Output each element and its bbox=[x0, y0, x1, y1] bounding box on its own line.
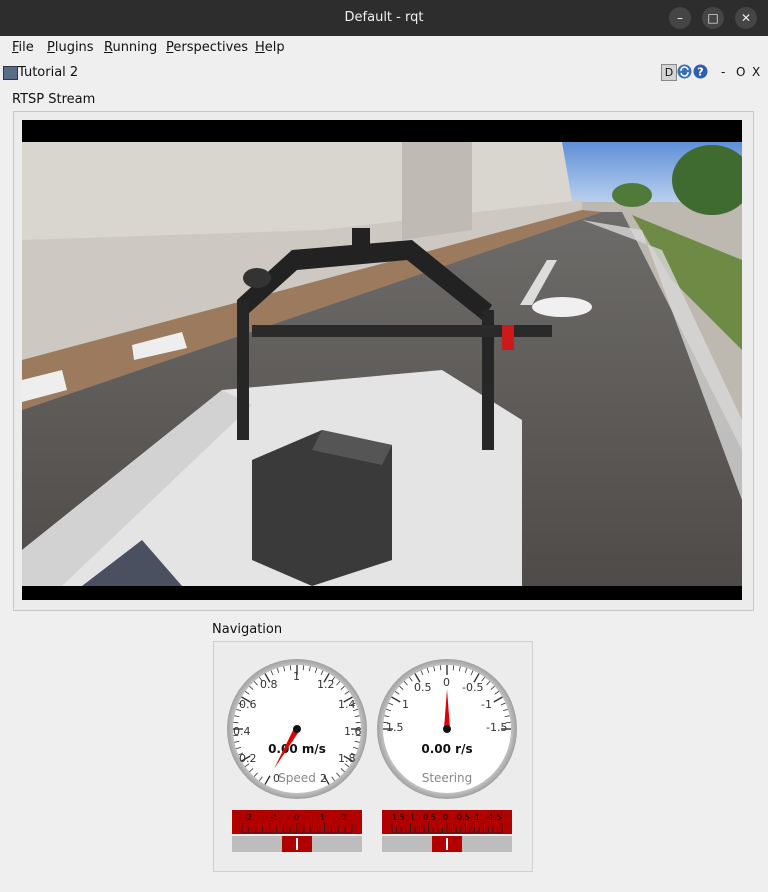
steering-tick-label-neg1: -1 bbox=[481, 698, 492, 711]
speed-tick-label-0.2: 0.2 bbox=[239, 752, 257, 765]
steering-slider-label-1.5: 1.5 bbox=[392, 813, 405, 822]
plugin-minimize-button[interactable]: - bbox=[721, 65, 725, 79]
menu-perspectives[interactable]: Perspectives bbox=[166, 40, 248, 55]
minor-tick bbox=[355, 721, 361, 724]
steering-slider-label-0: 0 bbox=[443, 813, 448, 822]
speed-tick-label-0.4: 0.4 bbox=[233, 725, 251, 738]
steering-tick-label-1: 1 bbox=[402, 698, 409, 711]
speed-slider[interactable]: -2 -1 0 1 2 bbox=[232, 810, 362, 854]
steering-slider-label-neg1.5: -1.5 bbox=[486, 813, 502, 822]
menu-help[interactable]: Help bbox=[255, 40, 285, 55]
menu-plugins[interactable]: Plugins bbox=[47, 40, 94, 55]
speed-needle-hub bbox=[293, 725, 301, 733]
speed-tick-label-1.6: 1.6 bbox=[344, 725, 362, 738]
speed-caption: Speed bbox=[278, 771, 316, 785]
minor-tick bbox=[452, 665, 455, 671]
minimize-button[interactable]: – bbox=[669, 7, 691, 29]
steering-gauge: 1.5 1 0.5 0 -0.5 -1 -1.5 0.00 r/s Steeri… bbox=[377, 659, 517, 799]
speed-slider-label-1: 1 bbox=[320, 813, 325, 822]
speed-slider-handle-mark bbox=[296, 838, 298, 850]
dock-d-button[interactable]: D bbox=[661, 64, 677, 81]
steering-slider[interactable]: 1.5 1 0.5 0 -0.5 -1 -1.5 bbox=[382, 810, 512, 854]
speed-tick-label-1.2: 1.2 bbox=[317, 678, 335, 691]
speed-tick-label-1.8: 1.8 bbox=[338, 752, 356, 765]
reload-icon[interactable] bbox=[677, 64, 692, 79]
menu-running[interactable]: Running bbox=[104, 40, 157, 55]
steering-tick-label-neg0.5: -0.5 bbox=[462, 681, 483, 694]
speed-slider-label-0: 0 bbox=[294, 813, 299, 822]
rtsp-stream-label: RTSP Stream bbox=[12, 92, 96, 107]
steering-slider-label-neg0.5: -0.5 bbox=[454, 813, 470, 822]
camera-frame-image bbox=[22, 120, 742, 600]
steering-value-readout: 0.00 r/s bbox=[421, 742, 472, 756]
steering-needle-hub bbox=[443, 725, 451, 733]
plugin-titlebar: Tutorial 2 D ? - O X bbox=[0, 62, 768, 84]
plugin-title: Tutorial 2 bbox=[18, 65, 79, 80]
navigation-label: Navigation bbox=[212, 622, 283, 637]
plugin-close-button[interactable]: X bbox=[752, 65, 760, 79]
speed-slider-label-2: 2 bbox=[342, 813, 347, 822]
menu-file[interactable]: File bbox=[12, 40, 34, 55]
window-titlebar: Default - rqt – □ ✕ bbox=[0, 0, 768, 36]
speed-slider-label-neg2: -2 bbox=[244, 813, 252, 822]
steering-tick-label-0.5: 0.5 bbox=[414, 681, 432, 694]
speed-tick-label-0.6: 0.6 bbox=[239, 698, 257, 711]
help-icon[interactable]: ? bbox=[693, 64, 708, 79]
speed-slider-label-neg1: -1 bbox=[270, 813, 278, 822]
svg-text:?: ? bbox=[697, 66, 703, 79]
minor-tick bbox=[289, 665, 292, 671]
steering-caption: Steering bbox=[422, 771, 473, 785]
steering-slider-label-neg1: -1 bbox=[472, 813, 480, 822]
minor-tick bbox=[233, 721, 239, 724]
speed-value-readout: 0.00 m/s bbox=[268, 742, 326, 756]
window-title: Default - rqt bbox=[344, 10, 424, 25]
steering-tick-label-0: 0 bbox=[443, 676, 450, 689]
speed-tick-label-1: 1 bbox=[293, 670, 300, 683]
plugin-window-icon bbox=[3, 66, 18, 80]
close-button[interactable]: ✕ bbox=[735, 7, 757, 29]
menu-bar: File Plugins Running Perspectives Help bbox=[0, 36, 768, 60]
speed-tick-label-1.4: 1.4 bbox=[338, 698, 356, 711]
plugin-float-button[interactable]: O bbox=[736, 65, 745, 79]
rtsp-video-view bbox=[22, 120, 742, 600]
maximize-button[interactable]: □ bbox=[702, 7, 724, 29]
speed-gauge: 0 0.2 0.4 0.6 0.8 1 1.2 1.4 1.6 1.8 2 0.… bbox=[227, 659, 367, 799]
steering-slider-label-0.5: 0.5 bbox=[423, 813, 436, 822]
speed-tick-label-0.8: 0.8 bbox=[260, 678, 278, 691]
steering-slider-label-1: 1 bbox=[410, 813, 415, 822]
steering-slider-handle-mark bbox=[446, 838, 448, 850]
steering-tick-label-1.5: 1.5 bbox=[386, 721, 404, 734]
minor-tick bbox=[439, 665, 442, 671]
steering-tick-label-neg1.5: -1.5 bbox=[486, 721, 507, 734]
minor-tick bbox=[302, 665, 305, 671]
speed-tick-label-2: 2 bbox=[320, 772, 327, 785]
